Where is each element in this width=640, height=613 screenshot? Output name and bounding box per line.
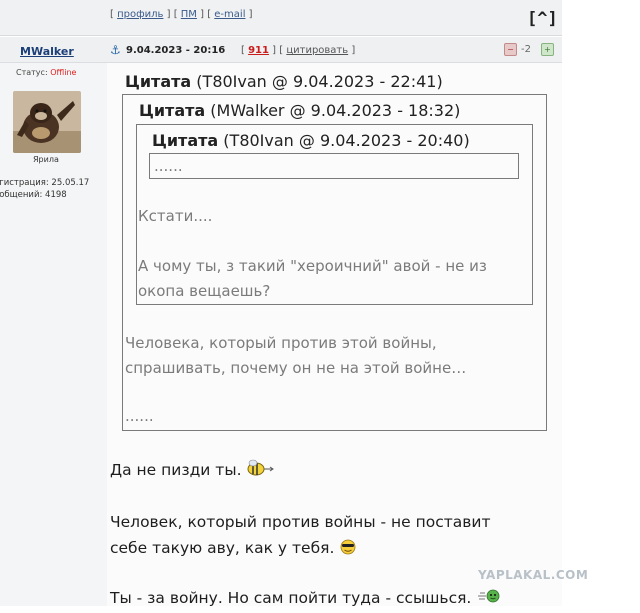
status-label: Статус: bbox=[16, 68, 48, 77]
quote-text: Кстати.... bbox=[138, 207, 213, 225]
site-watermark: YAPLAKAL.COM bbox=[478, 568, 589, 582]
quote-box: Цитата (MWalker @ 9.04.2023 - 18:32) Цит… bbox=[122, 94, 547, 431]
user-info-column: Статус: Offline Ярила егистрация: 25.05.… bbox=[0, 63, 108, 606]
quote-meta: (T80Ivan @ 9.04.2023 - 22:41) bbox=[196, 72, 443, 91]
quote-label: Цитата bbox=[152, 131, 219, 150]
status-value: Offline bbox=[50, 68, 77, 77]
post-content: Цитата (T80Ivan @ 9.04.2023 - 22:41) Цит… bbox=[107, 63, 562, 607]
profile-links: [ профиль ] [ ПМ ] [ e-mail ] bbox=[110, 9, 253, 20]
pm-link[interactable]: ПМ bbox=[181, 9, 197, 20]
message-text: Человек, который против войны - не поста… bbox=[110, 513, 491, 531]
avatar[interactable] bbox=[13, 91, 81, 153]
quote-text-line: А чому ты, з такий "хероичний" авой - не… bbox=[138, 257, 487, 275]
bee-smiley-icon bbox=[246, 459, 276, 485]
right-margin bbox=[562, 0, 640, 606]
message-count: ообщений: 4198 bbox=[0, 190, 67, 200]
quote-text: ...... bbox=[154, 157, 183, 175]
running-smiley-icon bbox=[476, 587, 502, 613]
quote-text-line: Человека, который против этой войны, bbox=[125, 334, 437, 352]
post-meta: [ 911 ] [ цитировать ] bbox=[241, 45, 356, 56]
message-paragraph: Человек, который против войны - не поста… bbox=[110, 509, 550, 563]
message-text: себе такую аву, как у тебя. bbox=[110, 539, 335, 557]
quote-label: Цитата bbox=[139, 101, 206, 120]
quote-header: Цитата (MWalker @ 9.04.2023 - 18:32) bbox=[139, 101, 460, 120]
quote-text-line: окопа вещаешь? bbox=[138, 282, 271, 300]
user-status: Статус: Offline bbox=[16, 68, 76, 77]
quote-meta: (MWalker @ 9.04.2023 - 18:32) bbox=[210, 101, 461, 120]
message-line: себе такую аву, как у тебя. bbox=[110, 535, 550, 563]
thumbs-down-icon[interactable]: − bbox=[504, 43, 517, 56]
post-number[interactable]: 911 bbox=[248, 45, 269, 56]
message-line: Да не пизди ты. bbox=[110, 457, 276, 485]
quote-text: А чому ты, з такий "хероичний" авой - не… bbox=[138, 254, 528, 304]
cool-smiley-icon bbox=[339, 537, 357, 563]
profile-link[interactable]: профиль bbox=[117, 9, 163, 20]
message-text: Ты - за войну. Но сам пойти туда - ссышь… bbox=[110, 589, 472, 607]
quote-link[interactable]: цитировать bbox=[286, 45, 348, 56]
nested-quote-box: Цитата (T80Ivan @ 9.04.2023 - 20:40) ...… bbox=[136, 124, 533, 305]
previous-post-footer: [ профиль ] [ ПМ ] [ e-mail ] [^] bbox=[0, 0, 562, 36]
user-rank: Ярила bbox=[33, 155, 59, 164]
anchor-icon[interactable]: ⚓ bbox=[110, 43, 121, 57]
quote-header: Цитата (T80Ivan @ 9.04.2023 - 22:41) bbox=[125, 72, 443, 91]
post-date: 9.04.2023 - 20:16 bbox=[126, 45, 226, 56]
post-rating: -2 bbox=[521, 44, 531, 55]
thumbs-up-icon[interactable]: + bbox=[541, 43, 554, 56]
quote-meta: (T80Ivan @ 9.04.2023 - 20:40) bbox=[223, 131, 470, 150]
quote-text: Человека, который против этой войны, спр… bbox=[125, 331, 540, 381]
quote-text-line: спрашивать, почему он не на этой войне… bbox=[125, 359, 467, 377]
scroll-top-button[interactable]: [^] bbox=[527, 9, 558, 29]
post-header: MWalker ⚓ 9.04.2023 - 20:16 [ 911 ] [ ци… bbox=[0, 37, 562, 63]
registration-date: егистрация: 25.05.17 bbox=[0, 178, 90, 188]
quote-header: Цитата (T80Ivan @ 9.04.2023 - 20:40) bbox=[152, 131, 470, 150]
quote-text: ...... bbox=[125, 407, 154, 425]
email-link[interactable]: e-mail bbox=[214, 9, 245, 20]
message-text: Да не пизди ты. bbox=[110, 461, 242, 479]
post-author[interactable]: MWalker bbox=[20, 45, 74, 58]
message-line: Ты - за войну. Но сам пойти туда - ссышь… bbox=[110, 585, 502, 613]
nested-quote-box: ...... bbox=[149, 153, 519, 179]
quote-label: Цитата bbox=[125, 72, 192, 91]
